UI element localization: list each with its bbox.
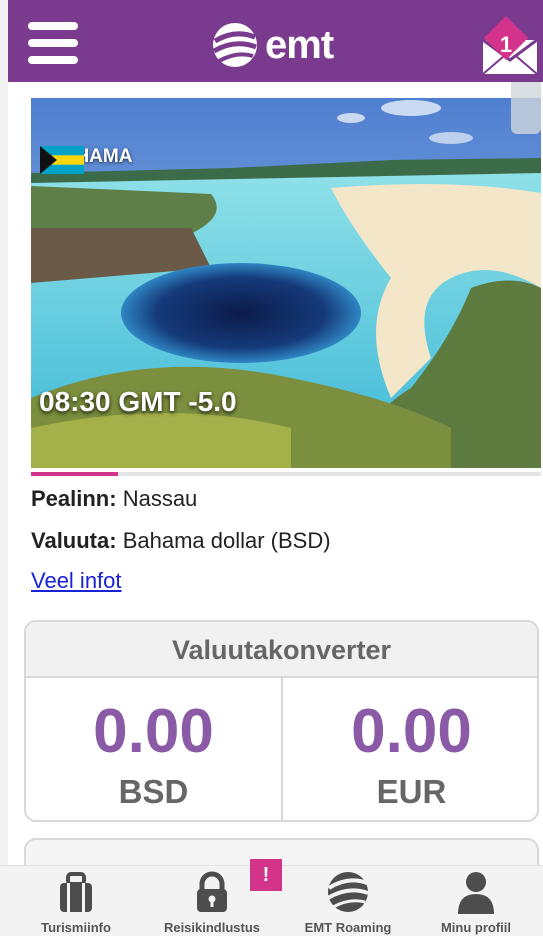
image-progress-fill <box>31 472 118 476</box>
bottom-nav: Turismiinfo ! Reisikindlustus EMT Roamin… <box>0 859 543 936</box>
nav-item-my-profile[interactable]: Minu profiil <box>408 866 543 936</box>
person-icon <box>458 872 494 914</box>
side-pull-tab[interactable] <box>511 82 541 134</box>
nav-item-emt-roaming[interactable]: EMT Roaming <box>280 866 416 936</box>
unread-count-badge: 1 <box>499 32 513 57</box>
image-progress-bar <box>31 472 541 476</box>
to-currency: EUR <box>376 773 447 810</box>
local-time: 08:30 GMT -5.0 <box>39 386 237 417</box>
suitcase-icon <box>60 872 92 912</box>
emt-logo: emt <box>211 20 334 70</box>
from-amount-input[interactable]: 0.00 <box>26 696 281 767</box>
nav-label-tourism-info: Turismiinfo <box>41 920 111 935</box>
country-label: BAHAMA <box>40 146 132 174</box>
capital-row: Pealinn: Nassau <box>31 486 541 512</box>
app-screen: emt 1 BAHAMA 08:30 GMT -5.0 Pealinn: Nas… <box>8 0 543 936</box>
currency-value: Bahama dollar (BSD) <box>122 528 331 553</box>
converter-to: 0.00 EUR <box>283 678 537 820</box>
insurance-alert-badge: ! <box>250 859 282 891</box>
top-bar: emt 1 <box>8 0 543 82</box>
capital-value: Nassau <box>122 486 198 511</box>
nav-item-tourism-info[interactable]: Turismiinfo <box>8 866 144 936</box>
emt-globe-logo-icon <box>212 23 257 67</box>
currency-label: Valuuta: <box>31 528 117 553</box>
nav-label-travel-insurance: Reisikindlustus <box>163 920 261 935</box>
currency-row: Valuuta: Bahama dollar (BSD) <box>31 528 541 554</box>
destination-photo[interactable]: BAHAMA 08:30 GMT -5.0 <box>31 98 541 468</box>
currency-converter-card: Valuutakonverter 0.00 BSD 0.00 EUR <box>24 620 539 822</box>
nav-item-travel-insurance[interactable]: ! Reisikindlustus <box>144 859 282 936</box>
nav-label-emt-roaming: EMT Roaming <box>304 920 392 935</box>
from-currency: BSD <box>118 773 189 810</box>
bahamas-flag-icon <box>40 146 84 174</box>
lock-icon <box>197 871 227 912</box>
globe-icon <box>326 872 369 912</box>
to-amount-input[interactable]: 0.00 <box>283 696 537 767</box>
capital-label: Pealinn: <box>31 486 117 511</box>
converter-title: Valuutakonverter <box>26 622 537 678</box>
logo-text: emt <box>265 22 334 67</box>
more-info-link[interactable]: Veel infot <box>31 568 122 594</box>
nav-label-my-profile: Minu profiil <box>440 920 512 935</box>
messages-button[interactable]: 1 <box>480 14 540 76</box>
menu-icon[interactable] <box>28 22 78 64</box>
converter-from: 0.00 BSD <box>26 678 283 820</box>
